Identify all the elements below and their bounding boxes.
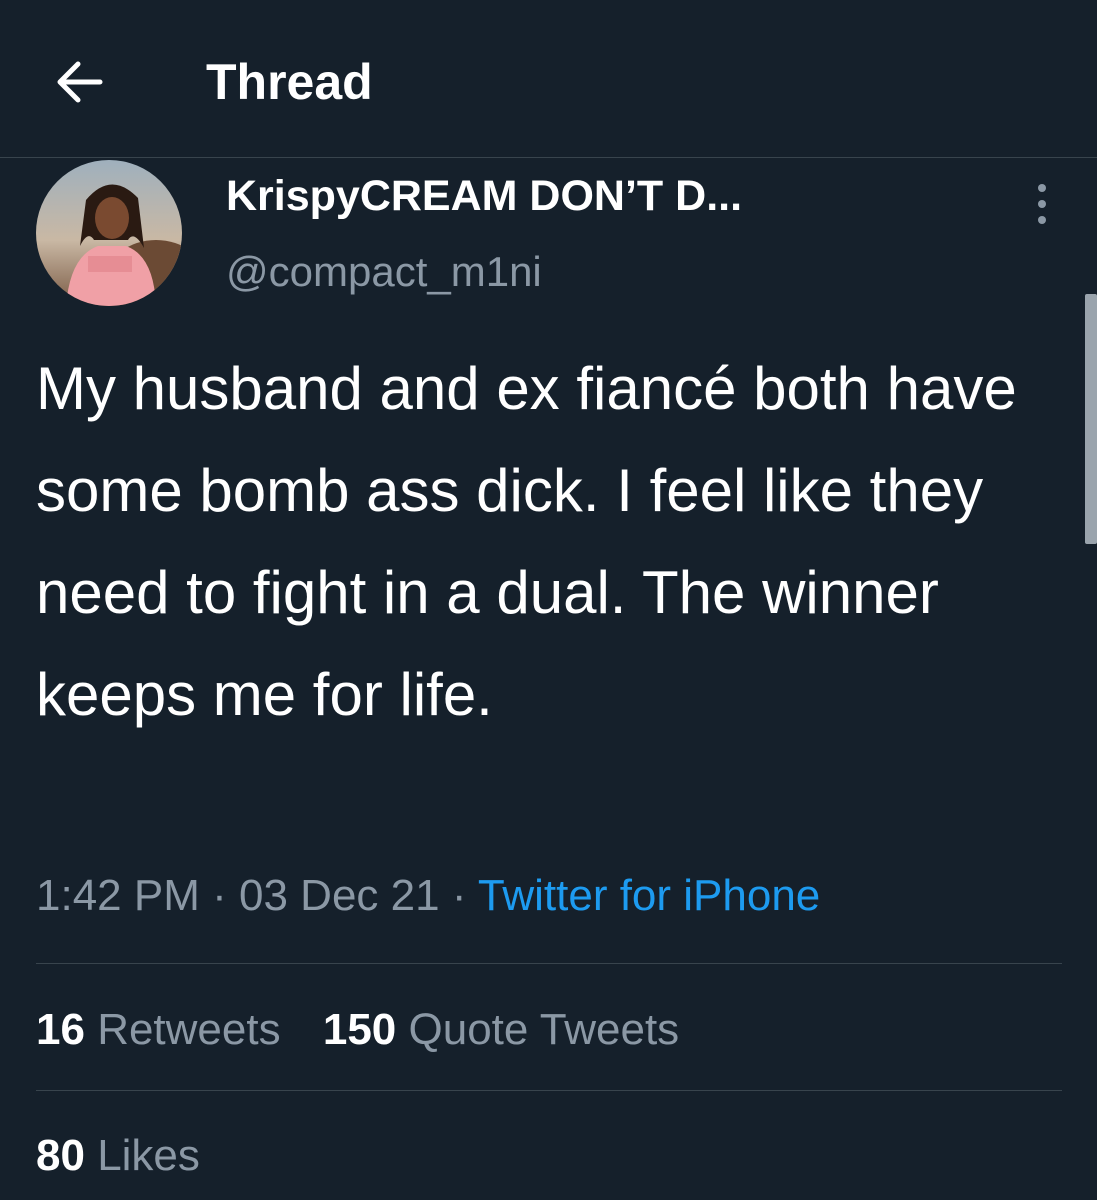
likes-label: Likes <box>97 1131 200 1180</box>
meta-separator: · <box>212 871 227 920</box>
tweet-time[interactable]: 1:42 PM <box>36 871 200 920</box>
quote-tweets-stat[interactable]: 150 Quote Tweets <box>323 1000 679 1060</box>
tweet-date[interactable]: 03 Dec 21 <box>239 871 440 920</box>
header-divider <box>0 157 1097 158</box>
arrow-left-icon <box>57 61 103 103</box>
thread-header: Thread <box>0 0 1097 158</box>
tweet-text: My husband and ex fiancé both have some … <box>36 355 1017 728</box>
scrollbar[interactable] <box>1085 294 1097 544</box>
retweets-count: 16 <box>36 1005 85 1054</box>
retweets-stat[interactable]: 16 Retweets <box>36 1000 281 1060</box>
avatar-photo <box>36 160 182 306</box>
retweets-label: Retweets <box>97 1005 281 1054</box>
author-handle[interactable]: @compact_m1ni <box>226 244 542 300</box>
tweet-source-link[interactable]: Twitter for iPhone <box>478 871 820 920</box>
likes-stat[interactable]: 80 Likes <box>36 1126 200 1186</box>
tweet-metadata: 1:42 PM · 03 Dec 21 · Twitter for iPhone <box>36 866 820 926</box>
avatar[interactable] <box>36 160 182 306</box>
page-title: Thread <box>206 54 373 110</box>
author-display-name[interactable]: KrispyCREAM DON’T D... <box>226 168 742 224</box>
likes-count: 80 <box>36 1131 85 1180</box>
quotes-count: 150 <box>322 1005 397 1054</box>
back-button[interactable] <box>50 52 110 112</box>
more-options-button[interactable] <box>1022 180 1062 228</box>
divider <box>36 963 1062 964</box>
meta-separator: · <box>451 871 467 920</box>
divider <box>36 1090 1062 1091</box>
more-vertical-icon <box>1038 184 1046 224</box>
engagement-stats: 16 Retweets 150 Quote Tweets <box>36 1000 709 1060</box>
quotes-label: Quote Tweets <box>408 1005 680 1054</box>
